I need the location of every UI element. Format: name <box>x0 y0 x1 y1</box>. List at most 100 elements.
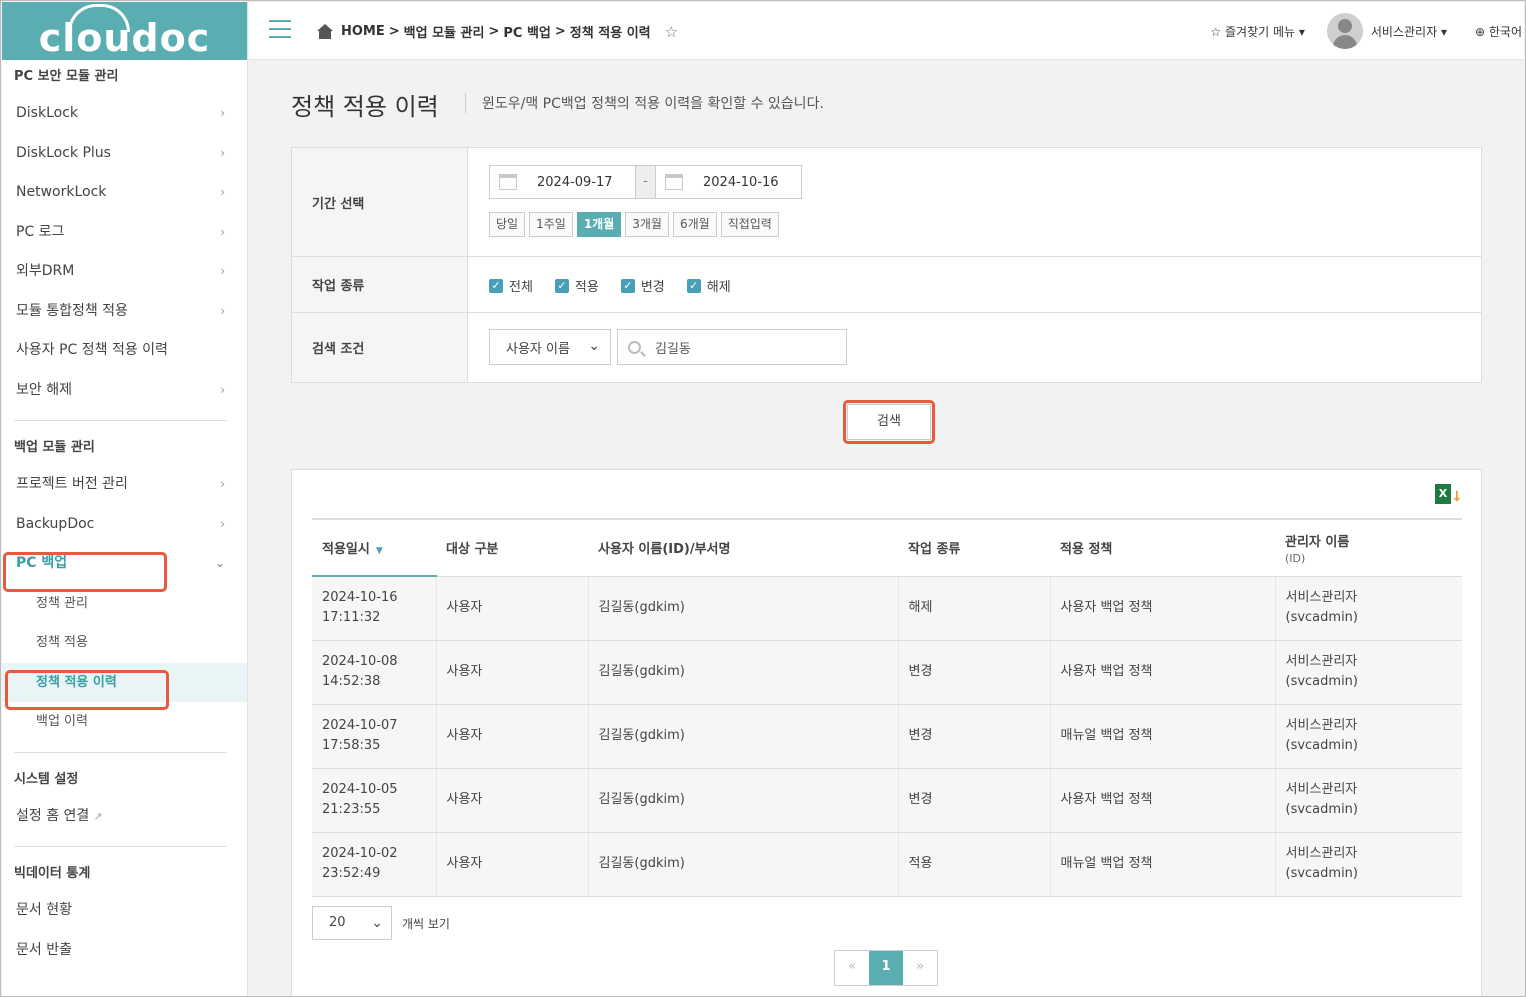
page-description: 윈도우/맥 PC백업 정책의 적용 이력을 확인할 수 있습니다. <box>465 93 824 113</box>
end-date-value: 2024-10-16 <box>703 174 779 190</box>
sidebar-item-label: NetworkLock <box>16 184 107 200</box>
cell-action: 해제 <box>897 576 1050 641</box>
breadcrumb-separator: > <box>554 24 566 39</box>
period-1month-button[interactable]: 1개월 <box>576 212 622 237</box>
sidebar-item-user-pc-policy-history[interactable]: 사용자 PC 정책 적용 이력 <box>2 331 247 371</box>
language-menu[interactable]: ⊕ 한국어 <box>1475 23 1522 40</box>
type-release-checkbox[interactable]: ✓ 해제 <box>686 276 731 295</box>
type-all-checkbox[interactable]: ✓ 전체 <box>489 276 533 295</box>
chevron-down-icon: ⌄ <box>588 338 600 354</box>
page-1-button[interactable]: 1 <box>869 951 903 985</box>
cell-policy: 사용자 백업 정책 <box>1049 576 1275 641</box>
cell-user: 김길동(gdkim) <box>587 640 898 705</box>
start-date-field[interactable]: 2024-09-17 <box>489 165 636 199</box>
favorites-menu[interactable]: ☆ 즐겨찾기 메뉴 ▾ <box>1210 23 1305 40</box>
search-icon <box>628 340 641 354</box>
sidebar-item-label: 프로젝트 버전 관리 <box>16 476 128 492</box>
sidebar-item-project-version[interactable]: 프로젝트 버전 관리 › <box>2 465 247 505</box>
sidebar-section-bigdata: 빅데이터 통계 <box>14 866 91 881</box>
user-menu[interactable]: 서비스관리자 ▾ <box>1371 23 1447 40</box>
sidebar-item-doc-export[interactable]: 문서 반출 <box>2 931 247 971</box>
sidebar-item-security-release[interactable]: 보안 해제 › <box>2 371 247 411</box>
external-link-icon: ↗ <box>93 809 103 823</box>
sidebar-item-module-policy[interactable]: 모듈 통합정책 적용 › <box>2 292 247 332</box>
end-date-field[interactable]: 2024-10-16 <box>655 165 802 199</box>
sidebar-item-label: 설정 홈 연결 <box>16 807 90 824</box>
per-page-select[interactable]: 20 ⌄ <box>312 906 392 940</box>
period-values: 2024-09-17 - 2024-10-16 당일 1주일 1개월 3개월 6… <box>489 148 1481 256</box>
period-today-button[interactable]: 당일 <box>489 212 526 237</box>
sidebar-divider <box>14 420 227 421</box>
chevron-right-icon: › <box>220 264 225 278</box>
cell-admin: 서비스관리자 (svcadmin) <box>1274 640 1462 705</box>
star-icon[interactable]: ☆ <box>665 23 678 41</box>
table-row[interactable]: 2024-10-07 17:58:35 사용자 김길동(gdkim) 변경 매뉴얼 백업 … <box>312 704 1462 769</box>
home-icon[interactable] <box>315 23 335 40</box>
table-row[interactable]: 2024-10-02 23:52:49 사용자 김길동(gdkim) 적용 매뉴얼 백업 … <box>312 832 1462 897</box>
cell-user: 김길동(gdkim) <box>587 832 898 897</box>
cell-target: 사용자 <box>435 768 588 833</box>
pagination: « 1 » <box>834 950 938 986</box>
period-6month-button[interactable]: 6개월 <box>672 212 717 237</box>
breadcrumb: HOME > 백업 모듈 관리 > PC 백업 > 정책 적용 이력 ☆ <box>315 22 678 41</box>
period-1week-button[interactable]: 1주일 <box>529 212 573 237</box>
breadcrumb-home[interactable]: HOME <box>341 24 385 39</box>
breadcrumb-pc-backup[interactable]: PC 백업 <box>503 22 551 41</box>
prev-page-button[interactable]: « <box>835 951 869 985</box>
cell-target: 사용자 <box>435 832 588 897</box>
header-user[interactable]: 사용자 이름(ID)/부서명 <box>588 518 898 577</box>
breadcrumb-separator: > <box>488 24 500 39</box>
cell-action: 변경 <box>897 704 1050 769</box>
chevron-right-icon: › <box>220 382 225 397</box>
table-row[interactable]: 2024-10-08 14:52:38 사용자 김길동(gdkim) 변경 사용자 백업 … <box>312 640 1462 705</box>
sidebar-subitem-policy-apply[interactable]: 정책 적용 <box>2 623 247 663</box>
top-right-menu: ☆ 즐겨찾기 메뉴 ▾ 서비스관리자 ▾ ⊕ 한국어 <box>1210 2 1524 60</box>
sidebar-item-label: PC 로그 <box>16 223 65 240</box>
sidebar-item-label: 문서 반출 <box>16 941 72 958</box>
period-3month-button[interactable]: 3개월 <box>625 212 669 237</box>
sidebar-item-external-drm[interactable]: 외부DRM › <box>2 252 247 292</box>
chevron-down-icon: ⌄ <box>214 556 225 570</box>
checkbox-checked-icon: ✓ <box>686 278 701 293</box>
breadcrumb-current: 정책 적용 이력 <box>569 26 651 41</box>
sidebar-item-disklock[interactable]: DiskLock › <box>2 94 247 134</box>
breadcrumb-separator: > <box>388 24 400 39</box>
type-apply-checkbox[interactable]: ✓ 적용 <box>554 276 599 295</box>
favorites-label: 즐겨찾기 메뉴 ▾ <box>1224 24 1305 39</box>
cell-policy: 매뉴얼 백업 정책 <box>1049 832 1275 897</box>
condition-select[interactable]: 사용자 이름 ⌄ <box>489 329 611 365</box>
header-action[interactable]: 작업 종류 <box>898 518 1050 577</box>
sidebar-section-pc-security: PC 보안 모듈 관리 <box>14 69 119 84</box>
logo[interactable]: cloudoc <box>2 2 247 60</box>
cell-admin: 서비스관리자 (svcadmin) <box>1274 768 1462 833</box>
cell-action: 변경 <box>897 768 1050 833</box>
search-input[interactable]: 김길동 <box>617 329 847 365</box>
sidebar-item-settings-home[interactable]: 설정 홈 연결 ↗ <box>2 797 247 837</box>
excel-download-icon[interactable]: X ↓ <box>1435 484 1463 506</box>
next-page-button[interactable]: » <box>903 951 937 985</box>
sidebar-item-label: 모듈 통합정책 적용 <box>16 302 128 319</box>
table-row[interactable]: 2024-10-05 21:23:55 사용자 김길동(gdkim) 변경 사용자 백업 … <box>312 768 1462 833</box>
header-admin[interactable]: 관리자 이름 (ID) <box>1275 518 1462 577</box>
breadcrumb-backup-module[interactable]: 백업 모듈 관리 <box>404 22 485 41</box>
table-row[interactable]: 2024-10-16 17:11:32 사용자 김길동(gdkim) 해제 사용자 백업 … <box>312 576 1462 641</box>
sidebar-item-disklock-plus[interactable]: DiskLock Plus › <box>2 134 247 174</box>
main-content: 정책 적용 이력 윈도우/맥 PC백업 정책의 적용 이력을 확인할 수 있습니… <box>249 61 1524 996</box>
sidebar: cloudoc PC 보안 모듈 관리 DiskLock › DiskLock P… <box>2 2 248 996</box>
page-title: 정책 적용 이력 <box>291 93 439 121</box>
chevron-right-icon: › <box>220 185 225 199</box>
header-policy[interactable]: 적용 정책 <box>1050 518 1275 577</box>
sidebar-item-networklock[interactable]: NetworkLock › <box>2 173 247 213</box>
header-target[interactable]: 대상 구분 <box>436 518 588 577</box>
avatar[interactable] <box>1326 13 1363 49</box>
highlight-search-button <box>843 400 935 444</box>
menu-icon[interactable] <box>269 20 291 44</box>
header-applied-at[interactable]: 적용일시 ▼ <box>312 518 436 577</box>
sidebar-item-pc-log[interactable]: PC 로그 › <box>2 213 247 253</box>
sidebar-item-doc-status[interactable]: 문서 현황 <box>2 891 247 931</box>
sidebar-item-label: DiskLock <box>16 105 78 121</box>
period-custom-button[interactable]: 직접입력 <box>720 212 779 237</box>
app-window: cloudoc PC 보안 모듈 관리 DiskLock › DiskLock P… <box>0 0 1526 997</box>
sidebar-item-backupdoc[interactable]: BackupDoc › <box>2 505 247 545</box>
type-change-checkbox[interactable]: ✓ 변경 <box>620 276 665 295</box>
